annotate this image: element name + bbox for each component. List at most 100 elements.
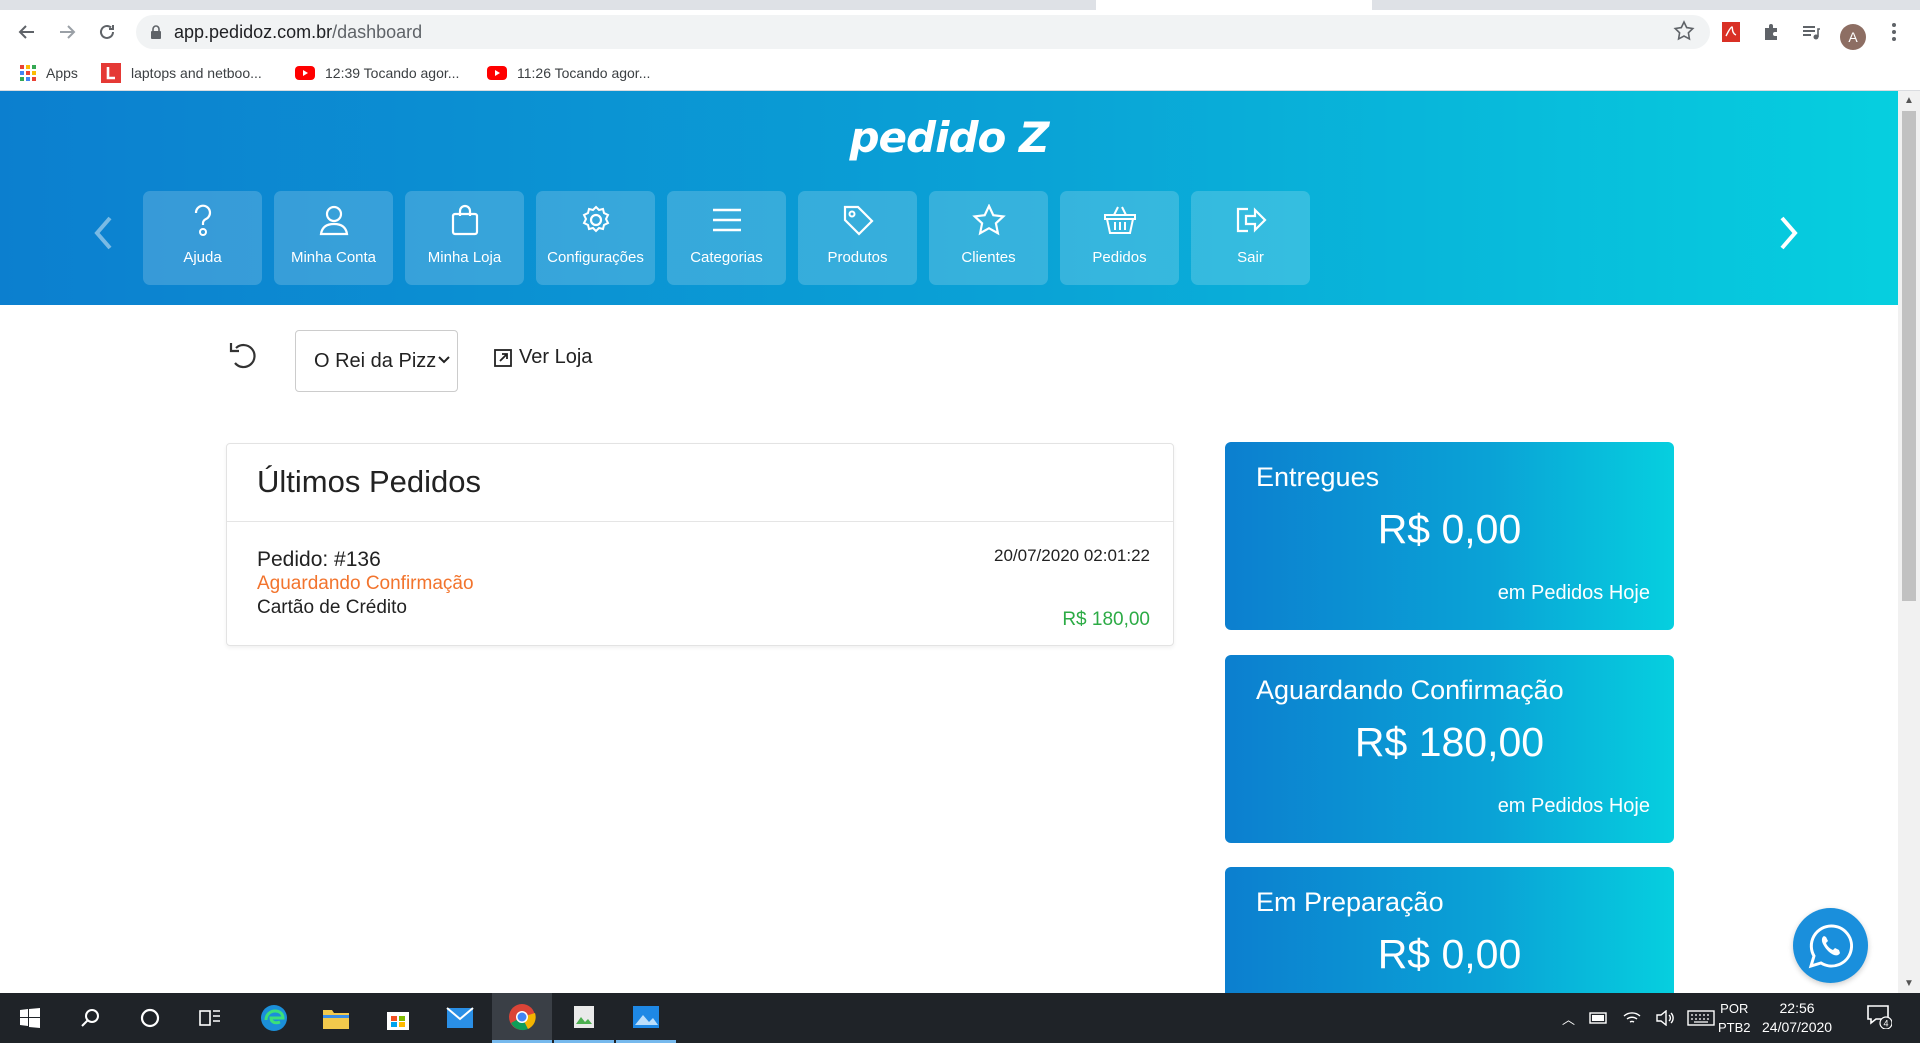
kebab-menu-icon xyxy=(1892,23,1896,41)
chrome-app[interactable] xyxy=(492,993,552,1043)
browser-menu-button[interactable] xyxy=(1880,18,1908,46)
menu-item-pedidos[interactable]: Pedidos xyxy=(1060,191,1179,285)
stat-footer: em Pedidos Hoje xyxy=(1497,795,1650,817)
wifi-icon[interactable] xyxy=(1623,1010,1641,1026)
youtube-icon xyxy=(487,66,507,80)
youtube-icon xyxy=(295,66,315,80)
notifications-button[interactable]: 4 xyxy=(1866,1003,1893,1034)
help-icon xyxy=(194,204,211,236)
image-file-icon xyxy=(574,1005,594,1028)
arrow-left-icon xyxy=(18,25,34,39)
mail-app[interactable] xyxy=(430,993,490,1043)
volume-icon[interactable] xyxy=(1655,1010,1675,1026)
bookmark-apps[interactable]: Apps xyxy=(20,55,78,91)
bookmark-label: 12:39 Tocando agor... xyxy=(325,65,460,81)
stat-card-in-preparation: Em Preparação R$ 0,00 xyxy=(1225,867,1674,993)
scroll-up-arrow[interactable]: ▲ xyxy=(1904,95,1914,106)
star-icon xyxy=(1673,20,1695,41)
task-view-icon xyxy=(199,1010,220,1026)
system-clock[interactable]: 22:56 24/07/2020 xyxy=(1762,999,1832,1037)
bookmark-youtube-2[interactable]: 11:26 Tocando agor... xyxy=(487,55,650,91)
basket-icon xyxy=(1103,206,1136,234)
bookmark-label: 11:26 Tocando agor... xyxy=(517,65,651,81)
menu-item-configuracoes[interactable]: Configurações xyxy=(536,191,655,285)
gear-icon xyxy=(582,205,609,233)
bookmark-label: laptops and netboo... xyxy=(131,65,262,81)
photos-app[interactable] xyxy=(616,993,676,1043)
menu-item-minha-loja[interactable]: Minha Loja xyxy=(405,191,524,285)
order-status: Aguardando Confirmação xyxy=(257,573,474,594)
view-store-label: Ver Loja xyxy=(519,346,593,368)
reload-button[interactable] xyxy=(92,17,122,47)
start-button[interactable] xyxy=(0,993,60,1043)
menu-item-minha-conta[interactable]: Minha Conta xyxy=(274,191,393,285)
notification-icon: 4 xyxy=(1867,1005,1893,1030)
back-button[interactable] xyxy=(12,17,42,47)
stat-title: Aguardando Confirmação xyxy=(1256,675,1564,705)
menu-item-categorias[interactable]: Categorias xyxy=(667,191,786,285)
scroll-down-arrow[interactable]: ▼ xyxy=(1904,978,1914,989)
playlist-icon xyxy=(1803,26,1820,40)
media-control-button[interactable] xyxy=(1797,18,1825,46)
menu-item-label: Categorias xyxy=(690,249,763,266)
scroll-thumb[interactable] xyxy=(1902,111,1916,601)
view-store-link[interactable]: Ver Loja xyxy=(493,346,592,369)
main-menu: Ajuda Minha Conta Minha Loja Configuraçõ… xyxy=(143,191,1310,285)
stat-title: Em Preparação xyxy=(1256,887,1444,917)
edge-app[interactable] xyxy=(244,993,304,1043)
chevron-down-icon xyxy=(438,356,450,364)
store-select[interactable]: O Rei da Pizza xyxy=(295,330,458,392)
keyboard-icon[interactable] xyxy=(1687,1010,1715,1026)
lock-icon xyxy=(151,25,161,39)
menu-prev-button[interactable] xyxy=(92,215,114,256)
search-button[interactable] xyxy=(60,993,120,1043)
battery-icon[interactable] xyxy=(1589,1012,1609,1024)
menu-item-clientes[interactable]: Clientes xyxy=(929,191,1048,285)
bookmark-laptops[interactable]: laptops and netboo... xyxy=(101,55,262,91)
cortana-button[interactable] xyxy=(120,993,180,1043)
stat-footer: em Pedidos Hoje xyxy=(1497,582,1650,604)
logout-icon xyxy=(1236,207,1267,233)
forward-button[interactable] xyxy=(52,17,82,47)
apps-grid-icon xyxy=(20,65,36,81)
extensions-button[interactable] xyxy=(1758,18,1786,46)
menu-item-ajuda[interactable]: Ajuda xyxy=(143,191,262,285)
photos-icon xyxy=(633,1005,659,1028)
page-scrollbar[interactable]: ▲ ▼ xyxy=(1898,91,1920,993)
menu-item-label: Ajuda xyxy=(183,249,222,266)
site-logo[interactable]: pedido Z xyxy=(0,113,1898,162)
tag-icon xyxy=(843,205,874,236)
image-editor-app[interactable] xyxy=(554,993,614,1043)
menu-item-sair[interactable]: Sair xyxy=(1191,191,1310,285)
file-explorer-app[interactable] xyxy=(306,993,366,1043)
bookmark-youtube-1[interactable]: 12:39 Tocando agor... xyxy=(295,55,459,91)
input-language[interactable]: POR PTB2 xyxy=(1718,999,1751,1037)
active-tab[interactable] xyxy=(1096,0,1372,10)
tray-expand-icon[interactable]: ︿ xyxy=(1562,1009,1575,1028)
chrome-icon xyxy=(509,1003,536,1030)
address-bar[interactable]: app.pedidoz.com.br/dashboard xyxy=(136,15,1710,49)
menu-next-button[interactable] xyxy=(1778,215,1800,256)
menu-item-label: Pedidos xyxy=(1092,249,1147,266)
refresh-button[interactable] xyxy=(228,340,260,377)
bookmark-star-button[interactable] xyxy=(1672,19,1696,48)
menu-item-produtos[interactable]: Produtos xyxy=(798,191,917,285)
store-select-value: O Rei da Pizza xyxy=(314,349,436,372)
menu-item-label: Minha Conta xyxy=(290,249,377,266)
stat-card-awaiting-confirmation: Aguardando Confirmação R$ 180,00 em Pedi… xyxy=(1225,655,1674,843)
order-total: R$ 180,00 xyxy=(1062,609,1150,630)
profile-avatar[interactable]: A xyxy=(1840,24,1866,50)
bookmark-label: Apps xyxy=(46,65,78,81)
browser-tab-strip xyxy=(0,0,1920,10)
task-view-button[interactable] xyxy=(180,993,240,1043)
order-row[interactable]: Pedido: #136 Aguardando Confirmação Cart… xyxy=(227,522,1173,645)
keyboard-layout: PTB2 xyxy=(1718,1020,1751,1035)
pdf-extension-button[interactable] xyxy=(1717,18,1745,46)
cortana-circle-icon xyxy=(140,1008,160,1028)
edge-icon xyxy=(261,1005,287,1031)
whatsapp-button[interactable] xyxy=(1793,908,1868,983)
store-app[interactable] xyxy=(368,993,428,1043)
menu-item-label: Produtos xyxy=(827,249,888,266)
user-icon xyxy=(319,205,348,236)
latest-orders-card: Últimos Pedidos Pedido: #136 Aguardando … xyxy=(226,443,1174,646)
